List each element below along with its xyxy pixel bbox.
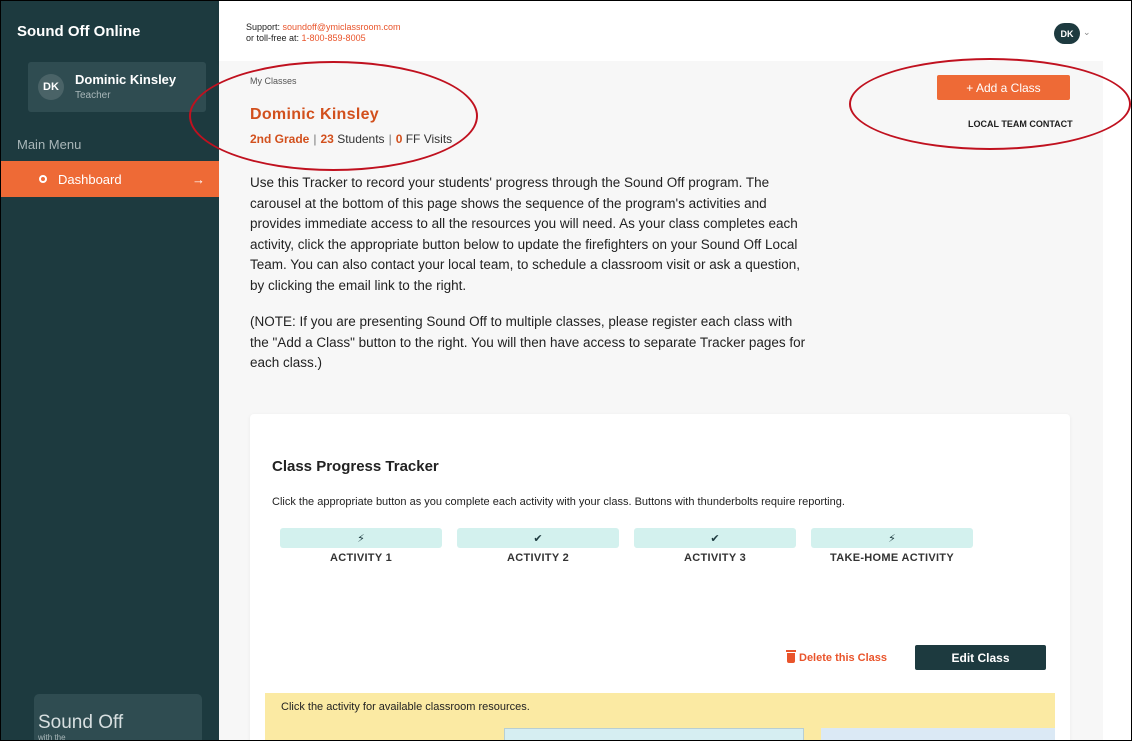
logo-subtext: with the xyxy=(38,733,66,741)
add-class-button[interactable]: + Add a Class xyxy=(937,75,1070,100)
support-prefix: Support: xyxy=(246,22,283,32)
activity-thumbnail[interactable] xyxy=(504,728,804,740)
avatar: DK xyxy=(38,74,64,100)
class-progress-tracker: Class Progress Tracker Click the appropr… xyxy=(250,414,1070,740)
app-brand[interactable]: Sound Off Online xyxy=(17,23,140,40)
check-icon: ✔ xyxy=(634,528,796,548)
intro-paragraph: Use this Tracker to record your students… xyxy=(250,175,801,293)
account-avatar-button[interactable]: DK xyxy=(1054,23,1080,44)
activity-label: TAKE-HOME ACTIVITY xyxy=(830,552,954,564)
sidebar-item-dashboard[interactable]: Dashboard → xyxy=(1,161,219,197)
class-summary: 2nd Grade | 23 Students | 0 FF Visits xyxy=(250,132,452,146)
activity-label: ACTIVITY 1 xyxy=(329,552,393,564)
sidebar: Sound Off Online DK Dominic Kinsley Teac… xyxy=(1,1,219,741)
take-home-activity-button[interactable]: ⚡ TAKE-HOME ACTIVITY xyxy=(811,528,973,564)
students-label: Students xyxy=(337,132,385,146)
page-title: Dominic Kinsley xyxy=(250,106,379,123)
logo-text: Sound Off xyxy=(38,712,124,733)
thunderbolt-icon: ⚡ xyxy=(280,528,442,548)
ff-visits-label: FF Visits xyxy=(405,132,453,146)
local-team-contact-link[interactable]: LOCAL TEAM CONTACT xyxy=(968,119,1073,129)
activity-1-button[interactable]: ⚡ ACTIVITY 1 xyxy=(280,528,442,564)
delete-class-label: Delete this Class xyxy=(799,652,888,664)
arrow-right-icon: → xyxy=(192,171,205,187)
chevron-down-icon[interactable]: ⌄ xyxy=(1083,27,1091,38)
activity-3-button[interactable]: ✔ ACTIVITY 3 xyxy=(634,528,796,564)
activity-thumbnail[interactable] xyxy=(821,728,1055,740)
activity-2-button[interactable]: ✔ ACTIVITY 2 xyxy=(457,528,619,564)
page-margin xyxy=(1103,61,1131,740)
activity-label: ACTIVITY 2 xyxy=(506,552,570,564)
activity-label: ACTIVITY 3 xyxy=(683,552,747,564)
ff-visits-count: 0 xyxy=(395,132,403,146)
separator: | xyxy=(388,132,392,146)
tracker-title: Class Progress Tracker xyxy=(272,458,439,475)
note-paragraph: (NOTE: If you are presenting Sound Off t… xyxy=(250,314,806,370)
support-contact: Support: soundoff@ymiclassroom.com or to… xyxy=(246,22,401,44)
check-icon: ✔ xyxy=(457,528,619,548)
edit-class-button[interactable]: Edit Class xyxy=(915,645,1046,670)
user-role: Teacher xyxy=(75,90,111,101)
tollfree-prefix: or toll-free at: xyxy=(246,33,302,43)
circle-icon xyxy=(39,175,47,183)
resources-hint: Click the activity for available classro… xyxy=(281,701,530,713)
breadcrumb[interactable]: My Classes xyxy=(250,76,297,86)
top-header: Support: soundoff@ymiclassroom.com or to… xyxy=(219,1,1131,61)
main-content: My Classes Dominic Kinsley 2nd Grade | 23 … xyxy=(219,61,1103,740)
tracker-description: Click the appropriate button as you comp… xyxy=(272,496,845,508)
app-window: Sound Off Online DK Dominic Kinsley Teac… xyxy=(0,0,1132,741)
sidebar-item-label: Dashboard xyxy=(58,171,122,187)
support-email-link[interactable]: soundoff@ymiclassroom.com xyxy=(283,22,401,32)
grade-value: 2nd Grade xyxy=(250,132,310,146)
thunderbolt-icon: ⚡ xyxy=(811,528,973,548)
delete-class-link[interactable]: Delete this Class xyxy=(786,650,888,664)
separator: | xyxy=(313,132,317,146)
trash-icon xyxy=(786,650,796,663)
user-name: Dominic Kinsley xyxy=(75,72,177,87)
user-card[interactable]: DK Dominic Kinsley Teacher xyxy=(28,62,206,112)
main-menu-label: Main Menu xyxy=(17,137,82,152)
students-count: 23 xyxy=(320,132,334,146)
resources-carousel: Click the activity for available classro… xyxy=(265,693,1055,740)
sound-off-logo: Sound Off with the xyxy=(34,694,202,741)
tollfree-number-link[interactable]: 1-800-859-8005 xyxy=(302,33,366,43)
